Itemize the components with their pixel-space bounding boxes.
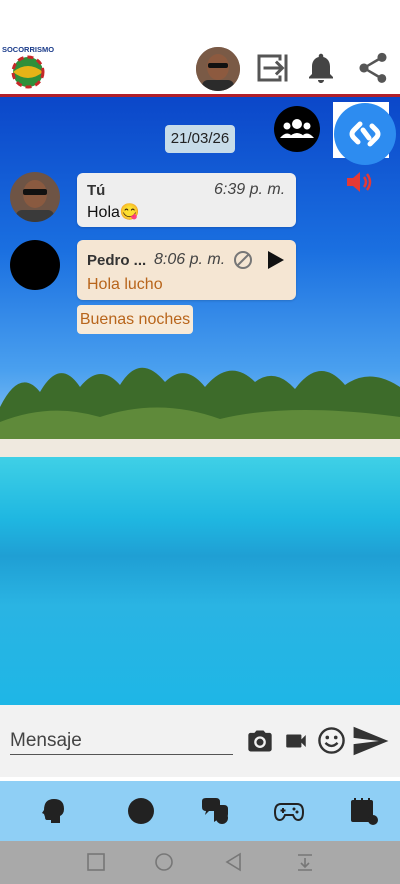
recent-apps-icon[interactable] — [86, 852, 106, 872]
message-text: Hola😋 — [87, 204, 140, 221]
message-text: Hola lucho — [87, 276, 163, 293]
camera-icon[interactable] — [246, 727, 274, 755]
share-icon[interactable] — [355, 50, 391, 86]
date-separator: 21/03/26 — [165, 125, 235, 153]
head-icon[interactable] — [38, 796, 68, 826]
my-avatar[interactable] — [10, 172, 60, 222]
emoji-icon[interactable] — [317, 726, 346, 755]
circle-icon[interactable] — [126, 796, 156, 826]
contact-avatar[interactable] — [10, 240, 60, 290]
message-time: 6:39 p. m. — [214, 181, 286, 198]
input-underline — [10, 754, 233, 755]
group-icon — [280, 119, 314, 138]
speaker-icon[interactable] — [345, 170, 373, 194]
top-bar: SOCORRISMO — [0, 0, 400, 97]
message-time: 8:06 p. m. — [154, 251, 226, 268]
bell-icon[interactable] — [303, 50, 339, 86]
sea — [0, 457, 400, 705]
message-sender: Pedro ... — [87, 252, 147, 269]
message-bubble-outgoing[interactable]: Tú 6:39 p. m. Hola😋 — [77, 173, 296, 227]
profile-avatar[interactable] — [196, 47, 240, 91]
send-icon[interactable] — [352, 725, 390, 757]
notes-icon[interactable] — [348, 796, 378, 826]
home-icon[interactable] — [154, 852, 174, 872]
gamepad-icon[interactable] — [274, 796, 304, 826]
back-icon[interactable] — [224, 852, 244, 872]
system-nav-bar — [0, 841, 400, 884]
socorrismo-logo: SOCORRISMO — [2, 45, 54, 89]
play-icon[interactable] — [265, 250, 285, 270]
block-icon[interactable] — [233, 250, 253, 270]
video-icon[interactable] — [282, 728, 310, 754]
group-button[interactable] — [274, 106, 320, 152]
message-sender: Tú — [87, 182, 106, 199]
notification-down-icon[interactable] — [295, 852, 315, 872]
message-input[interactable] — [10, 730, 230, 752]
shazam-icon[interactable] — [333, 102, 397, 166]
palm-trees — [0, 367, 400, 457]
svg-text:SOCORRISMO: SOCORRISMO — [2, 45, 54, 54]
chat-bubbles-icon[interactable] — [200, 796, 230, 826]
quick-reply-chip[interactable]: Buenas noches — [77, 305, 193, 334]
message-bubble-incoming[interactable]: Pedro ... 8:06 p. m. Hola lucho — [77, 240, 296, 300]
logout-icon[interactable] — [253, 50, 289, 86]
